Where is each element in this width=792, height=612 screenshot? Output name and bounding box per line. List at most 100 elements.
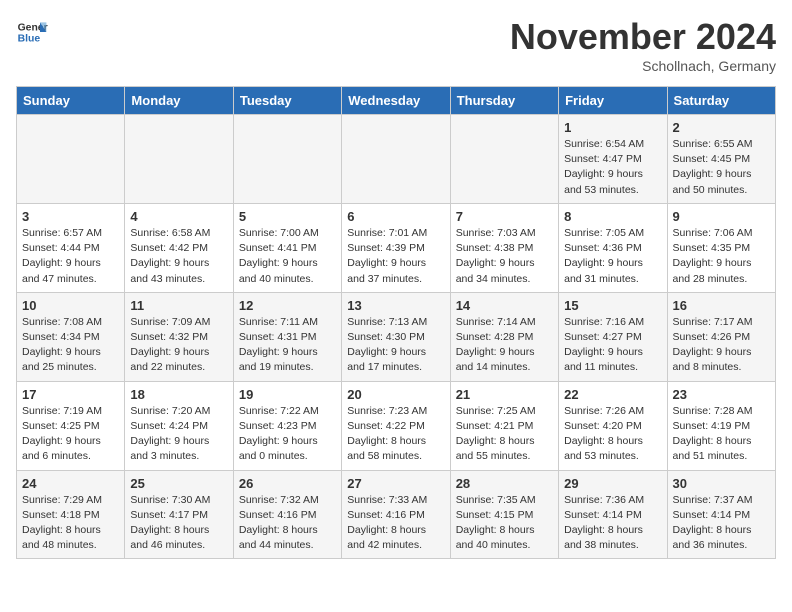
calendar-cell: 9 Sunrise: 7:06 AM Sunset: 4:35 PM Daylig… bbox=[667, 203, 775, 292]
calendar-cell: 4 Sunrise: 6:58 AM Sunset: 4:42 PM Daylig… bbox=[125, 203, 233, 292]
day-detail: Sunrise: 7:13 AM Sunset: 4:30 PM Dayligh… bbox=[347, 315, 444, 376]
day-number: 23 bbox=[673, 387, 770, 402]
day-number: 5 bbox=[239, 209, 336, 224]
calendar-cell: 23 Sunrise: 7:28 AM Sunset: 4:19 PM Dayli… bbox=[667, 381, 775, 470]
day-number: 7 bbox=[456, 209, 553, 224]
day-detail: Sunrise: 6:57 AM Sunset: 4:44 PM Dayligh… bbox=[22, 226, 119, 287]
page-header: General Blue November 2024 Schollnach, G… bbox=[16, 16, 776, 74]
calendar-cell: 19 Sunrise: 7:22 AM Sunset: 4:23 PM Dayli… bbox=[233, 381, 341, 470]
day-number: 14 bbox=[456, 298, 553, 313]
header-saturday: Saturday bbox=[667, 87, 775, 115]
calendar-cell bbox=[342, 115, 450, 204]
calendar-cell: 21 Sunrise: 7:25 AM Sunset: 4:21 PM Dayli… bbox=[450, 381, 558, 470]
day-detail: Sunrise: 7:37 AM Sunset: 4:14 PM Dayligh… bbox=[673, 493, 770, 554]
header-thursday: Thursday bbox=[450, 87, 558, 115]
day-detail: Sunrise: 7:26 AM Sunset: 4:20 PM Dayligh… bbox=[564, 404, 661, 465]
day-number: 20 bbox=[347, 387, 444, 402]
day-number: 10 bbox=[22, 298, 119, 313]
day-number: 16 bbox=[673, 298, 770, 313]
calendar-cell: 25Sunrise: 7:30 AM Sunset: 4:17 PM Dayli… bbox=[125, 470, 233, 559]
week-row-5: 24 Sunrise: 7:29 AM Sunset: 4:18 PM Dayli… bbox=[17, 470, 776, 559]
day-detail: Sunrise: 7:09 AM Sunset: 4:32 PM Dayligh… bbox=[130, 315, 227, 376]
day-detail: Sunrise: 7:16 AM Sunset: 4:27 PM Dayligh… bbox=[564, 315, 661, 376]
day-number: 2 bbox=[673, 120, 770, 135]
header-monday: Monday bbox=[125, 87, 233, 115]
day-detail: Sunrise: 7:11 AM Sunset: 4:31 PM Dayligh… bbox=[239, 315, 336, 376]
calendar-cell: 7 Sunrise: 7:03 AM Sunset: 4:38 PM Daylig… bbox=[450, 203, 558, 292]
day-number: 1 bbox=[564, 120, 661, 135]
day-number: 26 bbox=[239, 476, 336, 491]
header-tuesday: Tuesday bbox=[233, 87, 341, 115]
week-row-3: 10 Sunrise: 7:08 AM Sunset: 4:34 PM Dayli… bbox=[17, 292, 776, 381]
day-detail: Sunrise: 7:08 AM Sunset: 4:34 PM Dayligh… bbox=[22, 315, 119, 376]
day-detail: Sunrise: 6:54 AM Sunset: 4:47 PM Dayligh… bbox=[564, 137, 661, 198]
day-detail: Sunrise: 7:35 AM Sunset: 4:15 PM Dayligh… bbox=[456, 493, 553, 554]
day-number: 3 bbox=[22, 209, 119, 224]
day-detail: Sunrise: 7:06 AM Sunset: 4:35 PM Dayligh… bbox=[673, 226, 770, 287]
calendar-cell: 1 Sunrise: 6:54 AM Sunset: 4:47 PM Daylig… bbox=[559, 115, 667, 204]
day-number: 9 bbox=[673, 209, 770, 224]
day-number: 15 bbox=[564, 298, 661, 313]
calendar-cell bbox=[233, 115, 341, 204]
day-number: 17 bbox=[22, 387, 119, 402]
day-detail: Sunrise: 6:58 AM Sunset: 4:42 PM Dayligh… bbox=[130, 226, 227, 287]
day-detail: Sunrise: 7:22 AM Sunset: 4:23 PM Dayligh… bbox=[239, 404, 336, 465]
header-row: SundayMondayTuesdayWednesdayThursdayFrid… bbox=[17, 87, 776, 115]
calendar-cell: 8Sunrise: 7:05 AM Sunset: 4:36 PM Daylig… bbox=[559, 203, 667, 292]
calendar-cell: 16 Sunrise: 7:17 AM Sunset: 4:26 PM Dayli… bbox=[667, 292, 775, 381]
day-number: 18 bbox=[130, 387, 227, 402]
day-number: 4 bbox=[130, 209, 227, 224]
calendar-cell bbox=[125, 115, 233, 204]
day-detail: Sunrise: 7:03 AM Sunset: 4:38 PM Dayligh… bbox=[456, 226, 553, 287]
calendar-cell: 22 Sunrise: 7:26 AM Sunset: 4:20 PM Dayli… bbox=[559, 381, 667, 470]
calendar-cell: 20 Sunrise: 7:23 AM Sunset: 4:22 PM Dayli… bbox=[342, 381, 450, 470]
calendar-table: SundayMondayTuesdayWednesdayThursdayFrid… bbox=[16, 86, 776, 559]
day-number: 21 bbox=[456, 387, 553, 402]
calendar-cell: 2Sunrise: 6:55 AM Sunset: 4:45 PM Daylig… bbox=[667, 115, 775, 204]
day-detail: Sunrise: 7:20 AM Sunset: 4:24 PM Dayligh… bbox=[130, 404, 227, 465]
day-detail: Sunrise: 7:23 AM Sunset: 4:22 PM Dayligh… bbox=[347, 404, 444, 465]
calendar-cell: 11 Sunrise: 7:09 AM Sunset: 4:32 PM Dayli… bbox=[125, 292, 233, 381]
day-detail: Sunrise: 7:00 AM Sunset: 4:41 PM Dayligh… bbox=[239, 226, 336, 287]
calendar-cell: 12 Sunrise: 7:11 AM Sunset: 4:31 PM Dayli… bbox=[233, 292, 341, 381]
day-number: 24 bbox=[22, 476, 119, 491]
day-detail: Sunrise: 7:29 AM Sunset: 4:18 PM Dayligh… bbox=[22, 493, 119, 554]
day-detail: Sunrise: 7:14 AM Sunset: 4:28 PM Dayligh… bbox=[456, 315, 553, 376]
calendar-cell: 24 Sunrise: 7:29 AM Sunset: 4:18 PM Dayli… bbox=[17, 470, 125, 559]
calendar-cell bbox=[17, 115, 125, 204]
title-block: November 2024 Schollnach, Germany bbox=[510, 16, 776, 74]
logo: General Blue bbox=[16, 16, 48, 48]
day-detail: Sunrise: 7:36 AM Sunset: 4:14 PM Dayligh… bbox=[564, 493, 661, 554]
calendar-cell: 17Sunrise: 7:19 AM Sunset: 4:25 PM Dayli… bbox=[17, 381, 125, 470]
day-number: 11 bbox=[130, 298, 227, 313]
logo-icon: General Blue bbox=[16, 16, 48, 48]
day-number: 29 bbox=[564, 476, 661, 491]
day-detail: Sunrise: 7:25 AM Sunset: 4:21 PM Dayligh… bbox=[456, 404, 553, 465]
week-row-1: 1 Sunrise: 6:54 AM Sunset: 4:47 PM Daylig… bbox=[17, 115, 776, 204]
day-number: 12 bbox=[239, 298, 336, 313]
location: Schollnach, Germany bbox=[510, 58, 776, 74]
month-title: November 2024 bbox=[510, 16, 776, 58]
calendar-cell: 27 Sunrise: 7:33 AM Sunset: 4:16 PM Dayli… bbox=[342, 470, 450, 559]
calendar-cell: 10 Sunrise: 7:08 AM Sunset: 4:34 PM Dayli… bbox=[17, 292, 125, 381]
day-detail: Sunrise: 7:33 AM Sunset: 4:16 PM Dayligh… bbox=[347, 493, 444, 554]
day-number: 6 bbox=[347, 209, 444, 224]
calendar-cell: 13 Sunrise: 7:13 AM Sunset: 4:30 PM Dayli… bbox=[342, 292, 450, 381]
day-detail: Sunrise: 7:01 AM Sunset: 4:39 PM Dayligh… bbox=[347, 226, 444, 287]
day-number: 28 bbox=[456, 476, 553, 491]
calendar-cell: 18 Sunrise: 7:20 AM Sunset: 4:24 PM Dayli… bbox=[125, 381, 233, 470]
header-sunday: Sunday bbox=[17, 87, 125, 115]
calendar-cell: 3 Sunrise: 6:57 AM Sunset: 4:44 PM Daylig… bbox=[17, 203, 125, 292]
day-detail: Sunrise: 7:30 AM Sunset: 4:17 PM Dayligh… bbox=[130, 493, 227, 554]
day-detail: Sunrise: 7:17 AM Sunset: 4:26 PM Dayligh… bbox=[673, 315, 770, 376]
day-number: 22 bbox=[564, 387, 661, 402]
day-number: 19 bbox=[239, 387, 336, 402]
calendar-cell: 26Sunrise: 7:32 AM Sunset: 4:16 PM Dayli… bbox=[233, 470, 341, 559]
day-number: 27 bbox=[347, 476, 444, 491]
day-number: 30 bbox=[673, 476, 770, 491]
day-detail: Sunrise: 7:28 AM Sunset: 4:19 PM Dayligh… bbox=[673, 404, 770, 465]
calendar-cell bbox=[450, 115, 558, 204]
calendar-cell: 14 Sunrise: 7:14 AM Sunset: 4:28 PM Dayli… bbox=[450, 292, 558, 381]
calendar-cell: 29 Sunrise: 7:36 AM Sunset: 4:14 PM Dayli… bbox=[559, 470, 667, 559]
day-number: 13 bbox=[347, 298, 444, 313]
